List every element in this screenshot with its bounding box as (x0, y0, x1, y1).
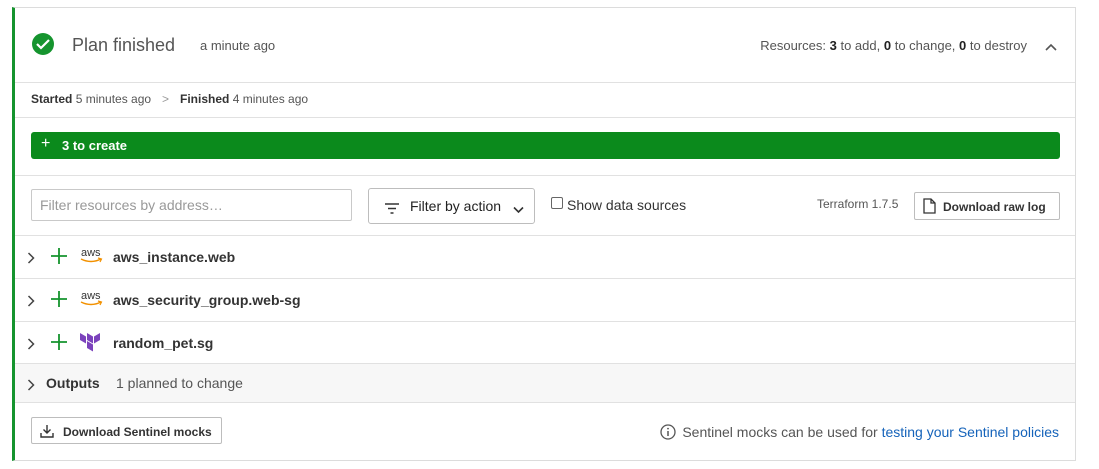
resource-address: random_pet.sg (113, 335, 214, 351)
to-create-label: 3 to create (62, 138, 128, 153)
chevron-right-icon (27, 378, 35, 396)
plan-header[interactable]: Plan finished a minute ago Resources: 3 … (15, 8, 1075, 83)
plan-panel: Plan finished a minute ago Resources: 3 … (12, 7, 1076, 461)
check-circle-icon (32, 33, 54, 55)
filter-icon (385, 201, 399, 219)
started-ago: 5 minutes ago (75, 92, 152, 106)
sentinel-info-text: Sentinel mocks can be used for (682, 424, 882, 441)
sentinel-info: Sentinel mocks can be used for testing y… (660, 424, 1059, 443)
resources-summary: Resources: 3 to add, 0 to change, 0 to d… (760, 38, 1027, 53)
outputs-label: Outputs (46, 375, 100, 391)
download-sentinel-mocks-label: Download Sentinel mocks (63, 425, 212, 439)
document-icon (923, 198, 936, 219)
chevron-right-icon (27, 337, 35, 355)
finished-label: Finished (180, 92, 230, 106)
filter-by-action-label: Filter by action (410, 198, 502, 214)
download-icon (40, 424, 54, 443)
to-create-bar: + 3 to create (31, 132, 1060, 159)
started-label: Started (31, 92, 73, 106)
svg-text:aws: aws (81, 290, 101, 302)
filter-by-action-button[interactable]: Filter by action (368, 188, 535, 224)
resource-row[interactable]: aws aws_security_group.web-sg (15, 278, 1075, 322)
outputs-count: 1 planned to change (116, 375, 243, 391)
show-data-sources-label[interactable]: Show data sources (567, 197, 686, 213)
finished-ago: 4 minutes ago (232, 92, 309, 106)
outputs-row[interactable]: Outputs 1 planned to change (15, 363, 1075, 403)
resource-row[interactable]: aws aws_instance.web (15, 235, 1075, 279)
destroy-count: 0 (959, 38, 967, 53)
chevron-right-icon (27, 251, 35, 269)
terraform-version: Terraform 1.7.5 (817, 197, 899, 211)
filter-resources-input[interactable] (31, 189, 352, 221)
add-count: 3 (829, 38, 837, 53)
info-icon (660, 424, 676, 443)
chevron-up-icon[interactable] (1045, 38, 1057, 56)
chevron-down-icon (513, 201, 524, 219)
show-data-sources-checkbox[interactable] (551, 197, 563, 209)
terraform-logo-icon (80, 332, 102, 359)
change-count: 0 (883, 38, 892, 53)
download-raw-log-label: Download raw log (943, 200, 1046, 214)
resource-row[interactable]: random_pet.sg (15, 321, 1075, 365)
resource-address: aws_security_group.web-sg (113, 292, 301, 308)
create-plus-icon (51, 248, 67, 269)
chevron-right-icon (27, 294, 35, 312)
svg-text:aws: aws (81, 247, 101, 259)
plan-time-ago: a minute ago (200, 38, 276, 53)
resource-address: aws_instance.web (113, 249, 236, 265)
aws-logo-icon: aws (80, 246, 104, 269)
sentinel-policies-link[interactable]: testing your Sentinel policies (882, 424, 1059, 440)
download-sentinel-mocks-button[interactable]: Download Sentinel mocks (31, 417, 222, 444)
aws-logo-icon: aws (80, 289, 104, 312)
run-timeline: Started 5 minutes ago > Finished 4 minut… (15, 82, 1075, 118)
create-plus-icon (51, 291, 67, 312)
timeline-separator: > (162, 92, 170, 106)
plan-title: Plan finished (72, 35, 176, 55)
download-raw-log-button[interactable]: Download raw log (914, 192, 1060, 220)
create-plus-icon (51, 334, 67, 355)
plus-icon: + (41, 135, 51, 152)
divider (15, 175, 1075, 176)
